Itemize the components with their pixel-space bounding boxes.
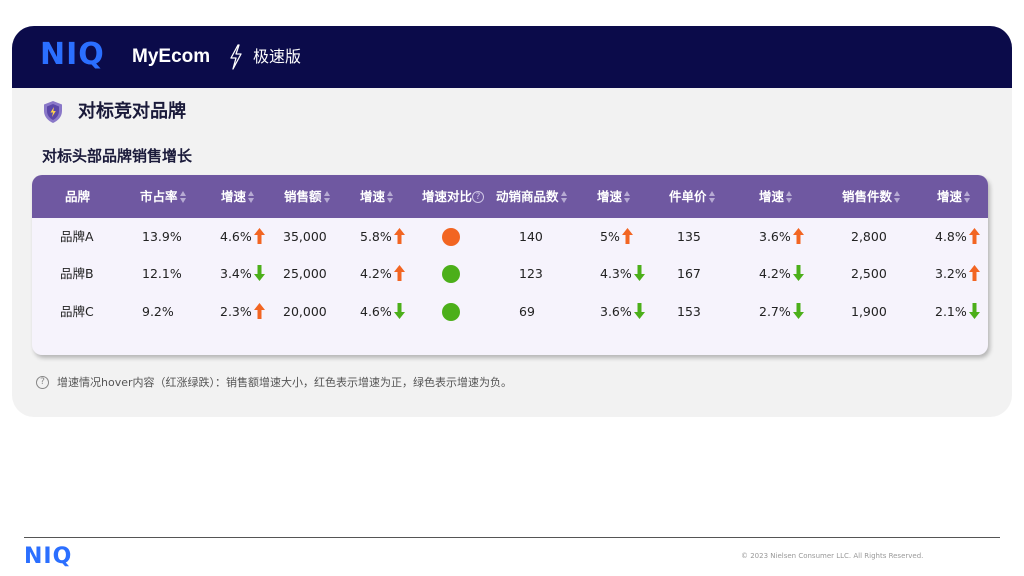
cell-sales-growth: 4.2% bbox=[360, 255, 405, 293]
help-icon[interactable]: ? bbox=[36, 375, 49, 389]
column-header-market-share[interactable]: 市占率 bbox=[140, 175, 187, 218]
sort-icon[interactable] bbox=[786, 190, 793, 204]
arrow-down-icon bbox=[792, 302, 804, 319]
arrow-down-icon bbox=[792, 264, 804, 281]
cell-unit-price: 167 bbox=[677, 266, 701, 281]
cell-units-sold: 1,900 bbox=[851, 304, 887, 319]
arrow-down-icon bbox=[968, 302, 980, 319]
sort-icon[interactable] bbox=[387, 190, 394, 204]
table-row: 品牌B 12.1% 3.4% 25,000 4.2% 123 4.3% 167 4.2% 2,50… bbox=[32, 255, 988, 293]
arrow-up-icon bbox=[792, 227, 804, 244]
sort-icon[interactable] bbox=[248, 190, 255, 204]
main-card: NIQ MyEcom 极速版 对标竞对品牌 对标头部品牌销售增长 品牌 市占率 … bbox=[12, 26, 1012, 417]
footer-niq-logo: NIQ bbox=[24, 544, 73, 569]
column-header-sales-growth[interactable]: 增速 bbox=[360, 175, 394, 218]
cell-market-share: 12.1% bbox=[142, 266, 182, 281]
cell-active-sku: 123 bbox=[519, 266, 543, 281]
sort-icon[interactable] bbox=[708, 190, 716, 204]
cell-sku-growth: 4.3% bbox=[600, 255, 645, 293]
cell-units-growth: 2.1% bbox=[935, 293, 980, 331]
cell-price-growth: 4.2% bbox=[759, 255, 804, 293]
arrow-down-icon bbox=[253, 264, 265, 281]
arrow-up-icon bbox=[253, 227, 265, 244]
column-header-share-growth[interactable]: 增速 bbox=[221, 175, 255, 218]
cell-share-growth: 2.3% bbox=[220, 293, 265, 331]
cell-price-growth: 3.6% bbox=[759, 218, 804, 256]
brand-growth-table: 品牌 市占率 增速 销售额 增速 增速对比? 动销商品数 增速 件单价 增速 销… bbox=[32, 175, 988, 355]
cell-sku-growth: 5% bbox=[600, 218, 633, 256]
arrow-down-icon bbox=[633, 302, 645, 319]
arrow-up-icon bbox=[621, 227, 633, 244]
cell-brand: 品牌A bbox=[60, 229, 94, 244]
shield-icon bbox=[44, 101, 62, 123]
cell-sales-growth: 5.8% bbox=[360, 218, 405, 256]
cell-units-sold: 2,500 bbox=[851, 266, 887, 281]
sort-icon[interactable] bbox=[624, 190, 631, 204]
cell-sales-growth: 4.6% bbox=[360, 293, 405, 331]
section-title: 对标竞对品牌 bbox=[78, 101, 186, 122]
cell-unit-price: 135 bbox=[677, 229, 701, 244]
column-header-brand: 品牌 bbox=[65, 189, 91, 204]
column-header-growth-compare: 增速对比? bbox=[422, 175, 485, 218]
cell-active-sku: 140 bbox=[519, 229, 543, 244]
table-row: 品牌A 13.9% 4.6% 35,000 5.8% 140 5% 135 3.6% 2,800 4… bbox=[32, 218, 988, 256]
cell-sales: 35,000 bbox=[283, 229, 327, 244]
cell-sku-growth: 3.6% bbox=[600, 293, 645, 331]
app-name: MyEcom bbox=[132, 46, 211, 67]
cell-units-sold: 2,800 bbox=[851, 229, 887, 244]
arrow-up-icon bbox=[968, 227, 980, 244]
column-header-price-growth[interactable]: 增速 bbox=[759, 175, 793, 218]
cell-share-growth: 3.4% bbox=[220, 255, 265, 293]
cell-sales: 20,000 bbox=[283, 304, 327, 319]
arrow-down-icon bbox=[633, 264, 645, 281]
growth-hover-note: ? 增速情况hover内容（红涨绿跌）：销售额增速大小，红色表示增速为正，绿色表示… bbox=[36, 375, 512, 390]
cell-price-growth: 2.7% bbox=[759, 293, 804, 331]
arrow-up-icon bbox=[253, 302, 265, 319]
arrow-up-icon bbox=[393, 264, 405, 281]
growth-compare-dot-down[interactable] bbox=[442, 265, 460, 283]
cell-active-sku: 69 bbox=[519, 304, 535, 319]
cell-units-growth: 4.8% bbox=[935, 218, 980, 256]
help-icon[interactable]: ? bbox=[472, 190, 485, 203]
copyright-text: © 2023 Nielsen Consumer LLC. All Rights … bbox=[741, 552, 924, 560]
table-title: 对标头部品牌销售增长 bbox=[42, 147, 193, 165]
column-header-active-sku[interactable]: 动销商品数 bbox=[496, 175, 568, 218]
lightning-icon bbox=[230, 44, 242, 70]
sort-icon[interactable] bbox=[560, 190, 568, 204]
column-header-units-growth[interactable]: 增速 bbox=[937, 175, 971, 218]
top-bar: NIQ MyEcom 极速版 bbox=[12, 26, 1012, 88]
cell-market-share: 9.2% bbox=[142, 304, 174, 319]
cell-unit-price: 153 bbox=[677, 304, 701, 319]
cell-share-growth: 4.6% bbox=[220, 218, 265, 256]
column-header-sales[interactable]: 销售额 bbox=[284, 175, 331, 218]
cell-units-growth: 3.2% bbox=[935, 255, 980, 293]
growth-compare-dot-down[interactable] bbox=[442, 303, 460, 321]
sort-icon[interactable] bbox=[323, 190, 331, 204]
table-header: 品牌 市占率 增速 销售额 增速 增速对比? 动销商品数 增速 件单价 增速 销… bbox=[32, 175, 988, 218]
niq-logo[interactable]: NIQ bbox=[40, 40, 105, 70]
sort-icon[interactable] bbox=[894, 190, 901, 204]
cell-brand: 品牌B bbox=[60, 266, 94, 281]
growth-compare-dot-up[interactable] bbox=[442, 228, 460, 246]
sort-icon[interactable] bbox=[964, 190, 971, 204]
cell-brand: 品牌C bbox=[60, 304, 94, 319]
column-header-unit-price[interactable]: 件单价 bbox=[669, 175, 716, 218]
table-row: 品牌C 9.2% 2.3% 20,000 4.6% 69 3.6% 153 2.7% 1,900 2… bbox=[32, 293, 988, 331]
sort-icon[interactable] bbox=[179, 190, 187, 204]
mode-label: 极速版 bbox=[253, 47, 302, 66]
column-header-sku-growth[interactable]: 增速 bbox=[597, 175, 631, 218]
footer-divider bbox=[24, 537, 1000, 538]
arrow-down-icon bbox=[393, 302, 405, 319]
column-header-units-sold[interactable]: 销售件数 bbox=[842, 175, 901, 218]
cell-sales: 25,000 bbox=[283, 266, 327, 281]
cell-market-share: 13.9% bbox=[142, 229, 182, 244]
arrow-up-icon bbox=[393, 227, 405, 244]
arrow-up-icon bbox=[968, 264, 980, 281]
